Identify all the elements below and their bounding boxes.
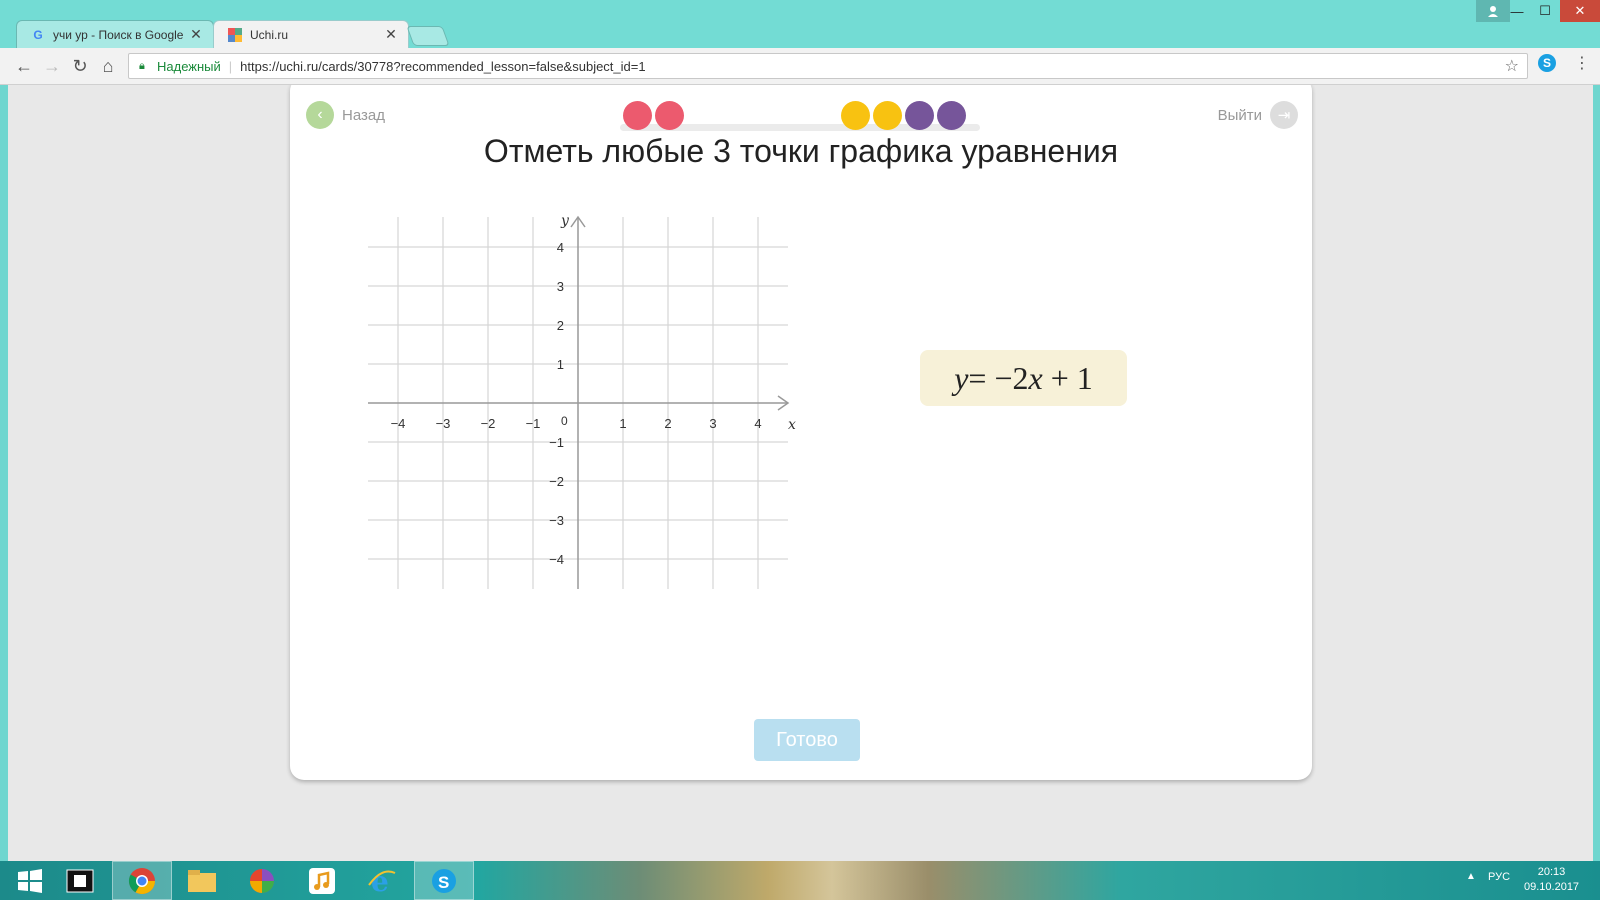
origin-label: 0 [561,414,568,428]
file-explorer-icon[interactable] [172,861,232,900]
tab-title: учи ур - Поиск в Google [53,27,184,42]
svg-text:S: S [438,873,449,892]
internet-explorer-icon[interactable]: e [352,861,412,900]
task-card: ‹ Назад Выйти ⇥ Отметь любые 3 точки гра… [290,85,1312,780]
exit-label: Выйти [1217,106,1262,124]
lock-icon: 🔒︎ [139,60,145,72]
progress-dot [655,101,684,130]
x-tick-label: 4 [754,416,761,431]
x-tick-label: −2 [481,416,496,431]
equation-box: y = −2 x + 1 [920,350,1127,406]
media-player-icon[interactable] [50,861,110,900]
tab-title: Uchi.ru [250,27,289,42]
coordinate-grid[interactable]: −4 −3 −2 −1 1 2 3 4 4 3 2 1 −1 −2 −3 −4 x y 0 [368,207,808,597]
equation-lhs: y [954,359,969,396]
divider: | [228,58,233,74]
exit-button[interactable]: Выйти ⇥ [1218,101,1298,129]
bookmark-star-icon[interactable]: ☆ [1505,56,1519,76]
tab-uchi[interactable]: Uchi.ru ✕ [213,20,409,48]
close-tab-icon[interactable]: ✕ [382,26,400,43]
y-tick-label: −3 [549,513,564,528]
x-tick-label: 1 [619,416,626,431]
x-tick-label: 2 [664,416,671,431]
url-text[interactable]: https://uchi.ru/cards/30778?recommended_… [240,59,645,74]
taskbar: e S ▲ РУС 20:13 09.10.2017 [0,861,1600,900]
maximize-button[interactable]: ☐ [1530,0,1560,22]
picasa-icon[interactable] [232,861,292,900]
y-tick-label: −2 [549,474,564,489]
x-tick-label: −3 [436,416,451,431]
y-tick-label: −4 [549,552,564,567]
equation-rest: + 1 [1042,359,1093,396]
language-indicator[interactable]: РУС [1488,871,1510,883]
google-icon: G [33,27,43,42]
title-bar: G учи ур - Поиск в Google ✕ Uchi.ru ✕ — … [0,0,1600,48]
browser-menu-icon[interactable]: ⋮ [1574,53,1590,73]
clock-time: 20:13 [1537,866,1566,878]
equation-variable: x [1028,359,1043,396]
exit-icon: ⇥ [1270,101,1298,129]
x-tick-label: 3 [709,416,716,431]
clock-date: 09.10.2017 [1524,881,1580,893]
minimize-button[interactable]: — [1502,0,1532,22]
uchi-icon [228,27,242,42]
music-icon[interactable] [292,861,352,900]
page-viewport: ‹ Назад Выйти ⇥ Отметь любые 3 точки гра… [8,85,1593,861]
clock[interactable]: 20:13 09.10.2017 [1524,865,1579,895]
y-tick-label: 1 [557,357,564,372]
skype-extension-icon[interactable]: S [1538,54,1556,72]
axes [368,215,790,589]
progress-dot [873,101,902,130]
progress-dot [623,101,652,130]
tab-google-search[interactable]: G учи ур - Поиск в Google ✕ [16,20,214,48]
new-tab-button[interactable] [406,26,450,46]
tray-expand-icon[interactable]: ▲ [1466,871,1476,882]
progress-dot [841,101,870,130]
equation-middle: = −2 [968,359,1029,396]
y-axis-label: y [560,213,570,229]
chrome-icon[interactable] [112,861,172,900]
address-bar[interactable]: 🔒︎ Надежный | https://uchi.ru/cards/3077… [128,53,1528,79]
x-tick-label: −1 [526,416,541,431]
x-axis-label: x [788,417,796,433]
x-tick-label: −4 [391,416,406,431]
forward-arrow-icon[interactable]: → [40,54,64,78]
reload-icon[interactable]: ↻ [68,54,92,78]
home-icon[interactable]: ⌂ [96,54,120,78]
back-button[interactable]: ‹ Назад [306,101,385,129]
skype-icon[interactable]: S [414,861,474,900]
task-title: Отметь любые 3 точки графика уравнения [483,133,1119,169]
secure-label: Надежный [157,58,221,74]
close-tab-icon[interactable]: ✕ [187,26,205,43]
progress-dot [937,101,966,130]
back-label: Назад [342,106,385,124]
y-tick-label: 2 [557,318,564,333]
y-tick-label: 4 [557,240,564,255]
y-tick-label: 3 [557,279,564,294]
y-tick-label: −1 [549,435,564,450]
back-arrow-icon[interactable]: ← [12,54,36,78]
close-window-button[interactable]: ✕ [1560,0,1600,22]
browser-toolbar: ← → ↻ ⌂ 🔒︎ Надежный | https://uchi.ru/ca… [0,48,1600,85]
progress-dot [905,101,934,130]
chevron-left-icon: ‹ [306,101,334,129]
done-button[interactable]: Готово [754,719,860,761]
